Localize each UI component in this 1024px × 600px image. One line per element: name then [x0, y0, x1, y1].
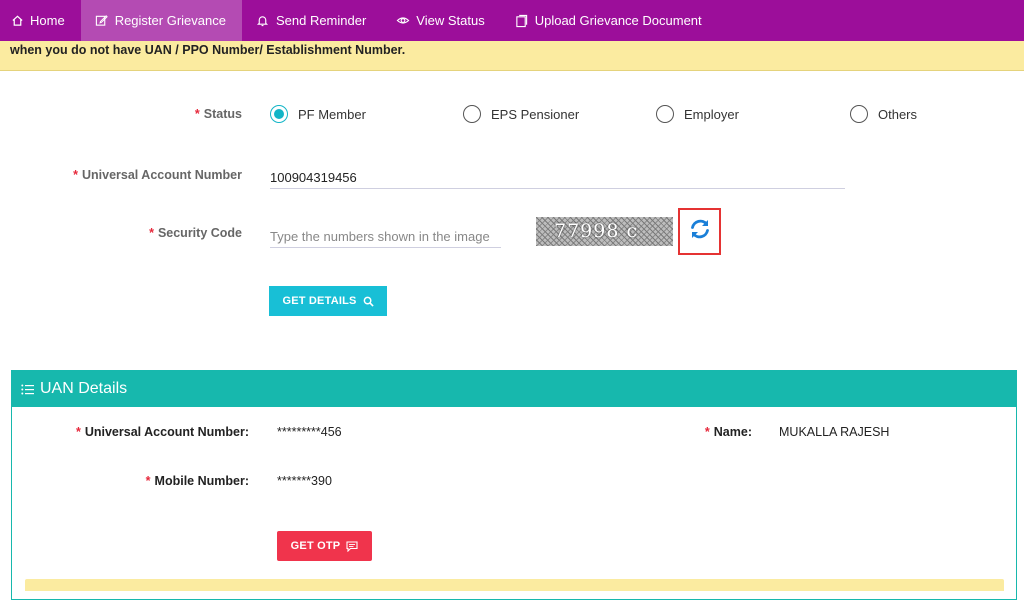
- uan-details-title: UAN Details: [40, 380, 128, 397]
- nav-item-label: Upload Grievance Document: [534, 13, 702, 28]
- message-icon: [346, 540, 358, 552]
- security-code-label-text: Security Code: [157, 226, 242, 240]
- detail-mobile-label: * Mobile Number:: [100, 474, 249, 488]
- nav-item-label: Register Grievance: [114, 13, 226, 28]
- status-option-pf-member[interactable]: PF Member: [270, 105, 366, 123]
- nav-item-label: Send Reminder: [275, 13, 367, 28]
- nav-item-send-reminder[interactable]: Send Reminder: [242, 0, 382, 41]
- radio-label: Employer: [684, 106, 739, 122]
- detail-uan-value: *********456: [277, 425, 342, 439]
- search-icon: [363, 296, 374, 307]
- radio-label: EPS Pensioner: [491, 106, 580, 122]
- nav-item-label: Home: [30, 13, 65, 28]
- radio-label: Others: [878, 106, 918, 122]
- get-details-label: GET DETAILS: [282, 295, 357, 307]
- nav-item-upload-grievance-document[interactable]: Upload Grievance Document: [501, 0, 718, 41]
- detail-name-value: MUKALLA RAJESH: [779, 425, 890, 439]
- radio-unselected-icon: [656, 105, 674, 123]
- uan-label: * Universal Account Number: [40, 168, 242, 182]
- notice-banner: when you do not have UAN / PPO Number/ E…: [0, 41, 1024, 71]
- security-code-input[interactable]: [270, 226, 501, 248]
- document-icon: [515, 14, 529, 28]
- detail-name-label-text: Name:: [713, 425, 752, 439]
- notice-text: when you do not have UAN / PPO Number/ E…: [10, 43, 406, 57]
- refresh-icon: [688, 217, 712, 246]
- required-marker: *: [73, 168, 78, 182]
- nav-item-register-grievance[interactable]: Register Grievance: [80, 0, 242, 41]
- get-otp-button[interactable]: GET OTP: [277, 531, 372, 561]
- detail-mobile-label-text: Mobile Number:: [154, 474, 249, 488]
- status-option-eps-pensioner[interactable]: EPS Pensioner: [463, 105, 579, 123]
- captcha-image: 77998 c: [536, 217, 673, 246]
- bell-icon: [256, 14, 270, 28]
- eye-icon: [396, 14, 410, 28]
- edit-icon: [95, 14, 109, 28]
- status-option-others[interactable]: Others: [850, 105, 917, 123]
- get-details-button[interactable]: GET DETAILS: [269, 286, 387, 316]
- nav-item-view-status[interactable]: View Status: [382, 0, 500, 41]
- security-code-label: * Security Code: [100, 226, 242, 240]
- uan-details-header: UAN Details: [12, 371, 1016, 407]
- radio-label: PF Member: [298, 106, 366, 122]
- required-marker: *: [145, 474, 151, 488]
- detail-uan-label: * Universal Account Number:: [40, 425, 249, 439]
- status-label-text: Status: [203, 107, 242, 121]
- nav-item-home[interactable]: Home: [0, 0, 81, 41]
- nav-item-label: View Status: [416, 13, 485, 28]
- detail-uan-label-text: Universal Account Number:: [84, 425, 249, 439]
- required-marker: *: [704, 425, 710, 439]
- radio-unselected-icon: [850, 105, 868, 123]
- required-marker: *: [194, 107, 200, 121]
- detail-name-label: * Name:: [660, 425, 752, 439]
- get-otp-label: GET OTP: [290, 540, 341, 552]
- required-marker: *: [149, 226, 154, 240]
- uan-label-text: Universal Account Number: [82, 168, 242, 182]
- refresh-captcha-button[interactable]: [678, 208, 721, 255]
- list-icon: [21, 384, 34, 395]
- radio-unselected-icon: [463, 105, 481, 123]
- otp-notice-strip: [25, 579, 1004, 591]
- top-navigation: Home Register Grievance Send Reminder Vi…: [0, 0, 1024, 41]
- status-option-employer[interactable]: Employer: [656, 105, 739, 123]
- captcha-text: 77998 c: [554, 220, 639, 242]
- detail-mobile-value: *******390: [277, 474, 332, 488]
- status-label: * Status: [120, 107, 242, 121]
- radio-selected-icon: [270, 105, 288, 123]
- required-marker: *: [75, 425, 81, 439]
- uan-input[interactable]: [270, 167, 845, 189]
- home-icon: [10, 14, 24, 28]
